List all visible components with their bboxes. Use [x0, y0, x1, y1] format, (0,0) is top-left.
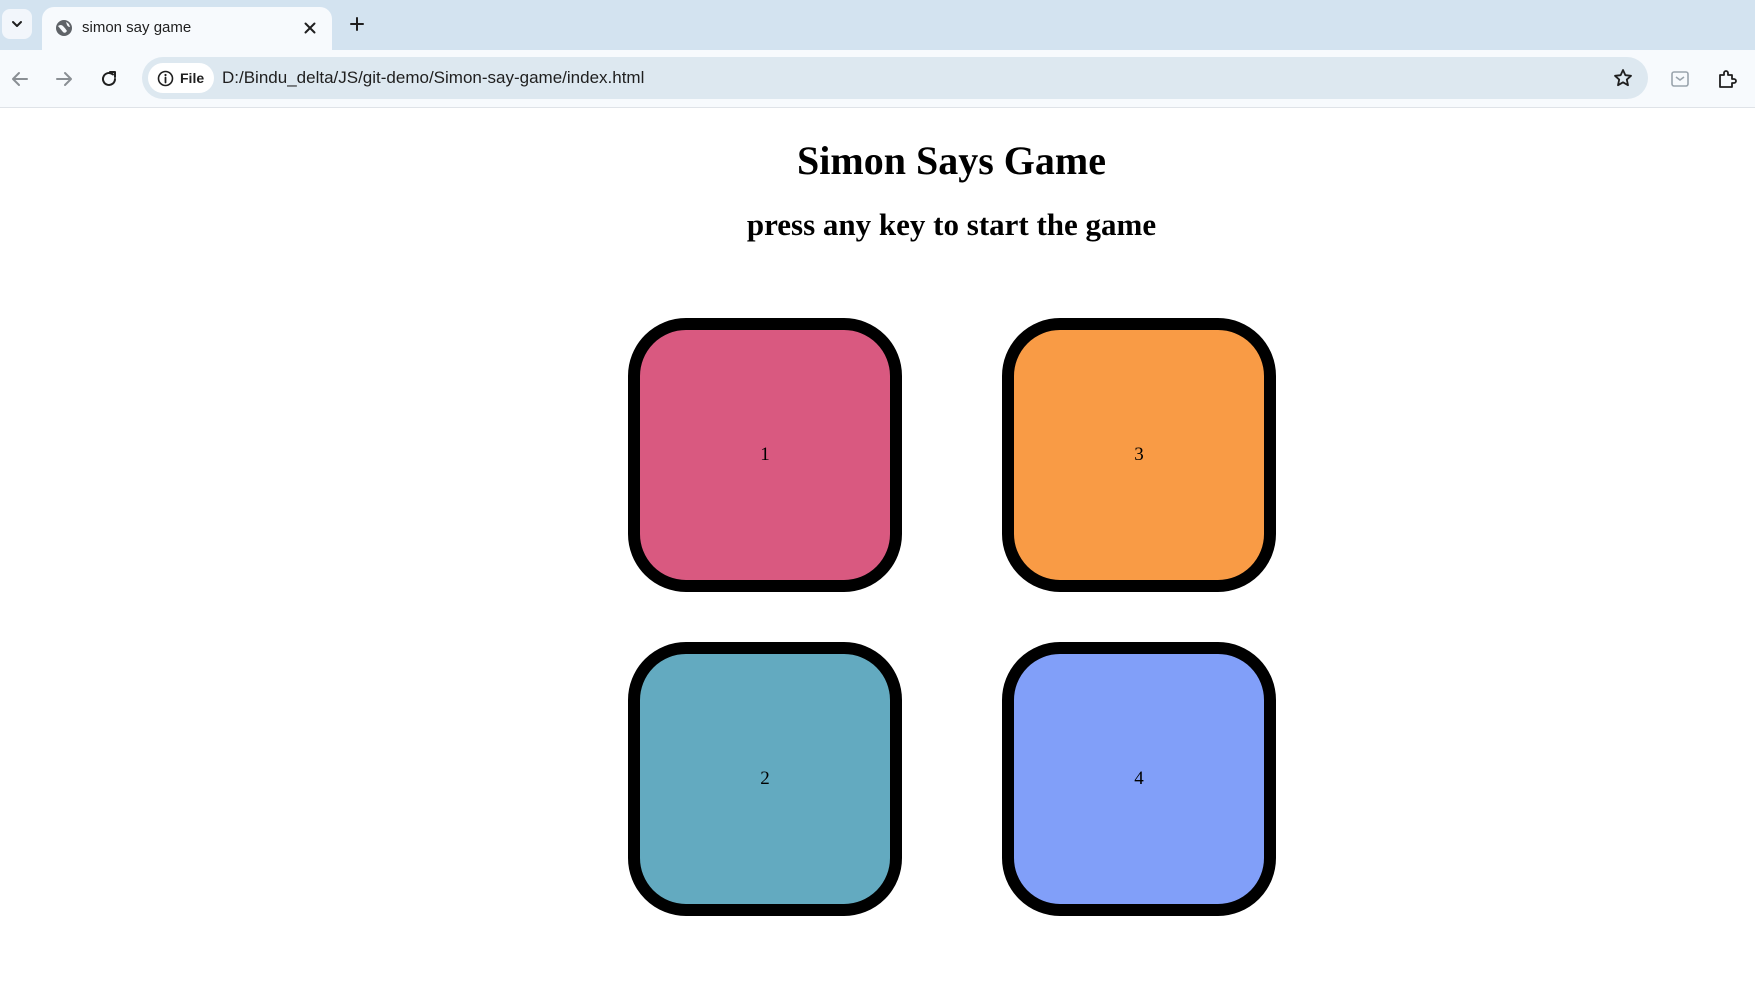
- game-button-1[interactable]: 1: [628, 318, 902, 592]
- back-arrow-icon: [12, 72, 28, 86]
- extensions-menu-button[interactable]: [1714, 66, 1740, 92]
- browser-toolbar: File D:/Bindu_delta/JS/git-demo/Simon-sa…: [0, 50, 1755, 108]
- tab-strip: simon say game: [0, 0, 1755, 50]
- tab-title: simon say game: [82, 19, 192, 36]
- game-button-label: 1: [760, 444, 770, 465]
- address-bar[interactable]: File D:/Bindu_delta/JS/git-demo/Simon-sa…: [142, 57, 1648, 99]
- reload-icon: [102, 71, 116, 86]
- extension-icon: [1671, 71, 1689, 87]
- close-icon: [304, 22, 316, 34]
- puzzle-icon: [1719, 70, 1737, 88]
- game-button-2[interactable]: 2: [628, 642, 902, 916]
- extension-button[interactable]: [1667, 66, 1693, 92]
- game-button-3[interactable]: 3: [1002, 318, 1276, 592]
- site-info-chip[interactable]: File: [148, 63, 214, 93]
- back-button[interactable]: [6, 65, 34, 93]
- game-button-label: 4: [1134, 768, 1144, 789]
- game-subtitle: press any key to start the game: [746, 207, 1157, 242]
- reload-button[interactable]: [95, 65, 123, 93]
- new-tab-button[interactable]: [344, 11, 370, 37]
- page-content: Simon Says Game press any key to start t…: [0, 109, 1755, 995]
- site-chip-label: File: [180, 70, 205, 86]
- info-icon: [157, 70, 174, 86]
- forward-button[interactable]: [50, 65, 78, 93]
- game-button-label: 2: [760, 768, 770, 789]
- bookmark-button[interactable]: [1612, 67, 1634, 89]
- tab-active[interactable]: simon say game: [42, 7, 332, 50]
- forward-arrow-icon: [56, 72, 72, 86]
- game-title: Simon Says Game: [797, 138, 1106, 183]
- game-button-4[interactable]: 4: [1002, 642, 1276, 916]
- game-button-label: 3: [1134, 444, 1144, 465]
- globe-icon: [56, 20, 72, 36]
- url-text[interactable]: D:/Bindu_delta/JS/git-demo/Simon-say-gam…: [222, 68, 644, 88]
- star-icon: [1614, 69, 1632, 87]
- plus-icon: [350, 17, 364, 31]
- tab-close-button[interactable]: [298, 16, 322, 40]
- tab-search-button[interactable]: [2, 9, 32, 39]
- tab-search-icon: [12, 21, 22, 27]
